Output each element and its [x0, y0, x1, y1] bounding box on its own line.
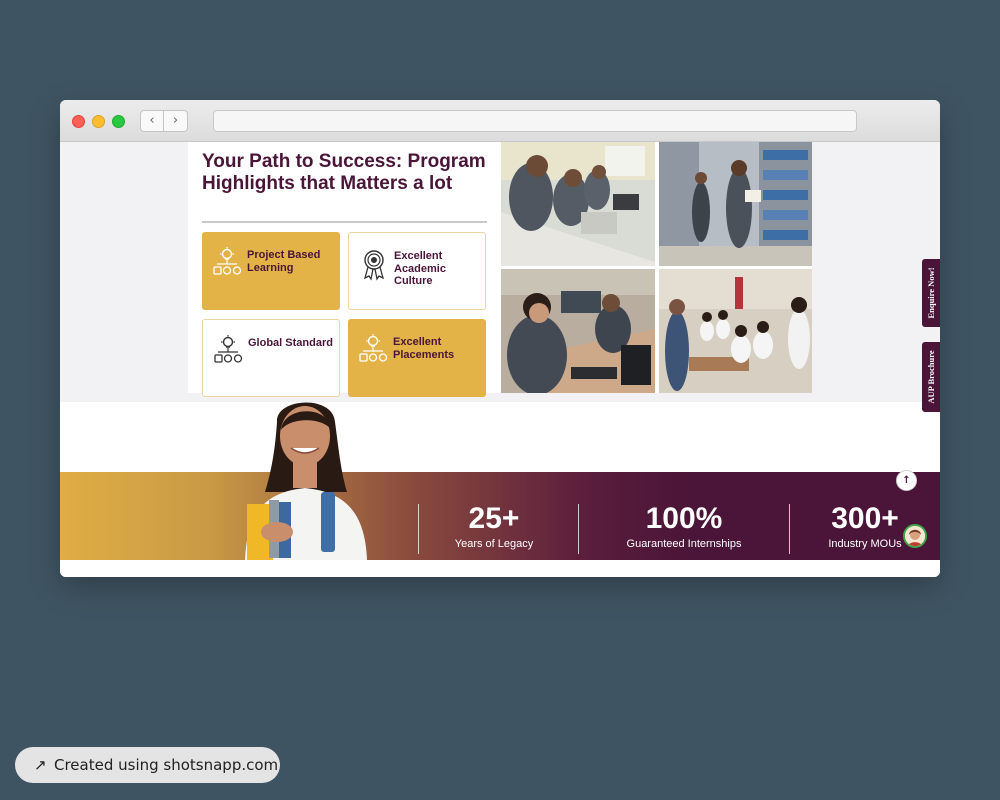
address-bar[interactable]	[213, 110, 857, 132]
maximize-window-button[interactable]	[112, 115, 125, 128]
highlight-card-project-based-learning[interactable]: Project Based Learning	[202, 232, 340, 310]
stat-caption: Years of Legacy	[454, 538, 534, 550]
card-label: Global Standard	[248, 337, 333, 349]
computer-lab-photo	[501, 269, 655, 393]
highlights-container: Your Path to Success: Program Highlights…	[188, 142, 812, 397]
browser-toolbar: ‹ ›	[60, 100, 940, 142]
section-title: Your Path to Success: Program Highlights…	[202, 151, 486, 194]
card-label: Excellent Placements	[393, 336, 455, 361]
library-students-photo	[659, 142, 812, 266]
stat-divider	[418, 504, 419, 554]
lightbulb-network-icon	[213, 247, 242, 275]
minimize-window-button[interactable]	[92, 115, 105, 128]
highlight-card-academic-culture[interactable]: Excellent Academic Culture	[348, 232, 486, 310]
award-medal-icon	[363, 250, 385, 281]
lightbulb-network-icon	[359, 334, 388, 362]
stat-divider	[789, 504, 790, 554]
highlight-card-global-standard[interactable]: Global Standard	[202, 319, 340, 397]
lightbulb-network-icon	[214, 335, 243, 363]
stat-caption: Guaranteed Internships	[626, 538, 742, 550]
chat-assistant-avatar[interactable]	[903, 524, 927, 548]
stat-value: 25+	[468, 502, 520, 535]
page-viewport: Your Path to Success: Program Highlights…	[60, 142, 940, 577]
stat-industry-mous: 300+ Industry MOUs	[820, 502, 910, 551]
stat-years-of-legacy: 25+ Years of Legacy	[444, 502, 544, 551]
scroll-to-top-button[interactable]: ↑	[896, 470, 917, 491]
brochure-label: AUP Brochure	[926, 350, 936, 404]
enquire-now-label: Enquire Now!	[926, 267, 936, 319]
stat-value: 300+	[831, 502, 899, 535]
title-divider	[202, 221, 487, 223]
stat-caption: Industry MOUs	[828, 538, 902, 550]
credit-text: Created using shotsnapp.com	[54, 756, 279, 774]
lab-students-photo	[501, 142, 655, 266]
back-button[interactable]: ‹	[140, 110, 164, 132]
stat-guaranteed-internships: 100% Guaranteed Internships	[614, 502, 754, 551]
classroom-photo	[659, 269, 812, 393]
external-link-icon: ↗	[34, 756, 47, 774]
forward-button[interactable]: ›	[164, 110, 188, 132]
browser-window: ‹ › Your Path to Success: Program Highli…	[60, 100, 940, 577]
brochure-tab[interactable]: AUP Brochure	[922, 342, 940, 412]
shotsnapp-credit-badge[interactable]: ↗ Created using shotsnapp.com	[15, 747, 280, 783]
enquire-now-tab[interactable]: Enquire Now!	[922, 259, 940, 327]
stat-divider	[578, 504, 579, 554]
card-label: Excellent Academic Culture	[394, 250, 446, 287]
assistant-face-icon	[905, 526, 925, 546]
card-label: Project Based Learning	[247, 249, 321, 274]
highlight-card-placements[interactable]: Excellent Placements	[348, 319, 486, 397]
program-highlights-section: Your Path to Success: Program Highlights…	[60, 142, 940, 402]
close-window-button[interactable]	[72, 115, 85, 128]
student-illustration	[245, 402, 367, 560]
stat-value: 100%	[645, 502, 723, 535]
